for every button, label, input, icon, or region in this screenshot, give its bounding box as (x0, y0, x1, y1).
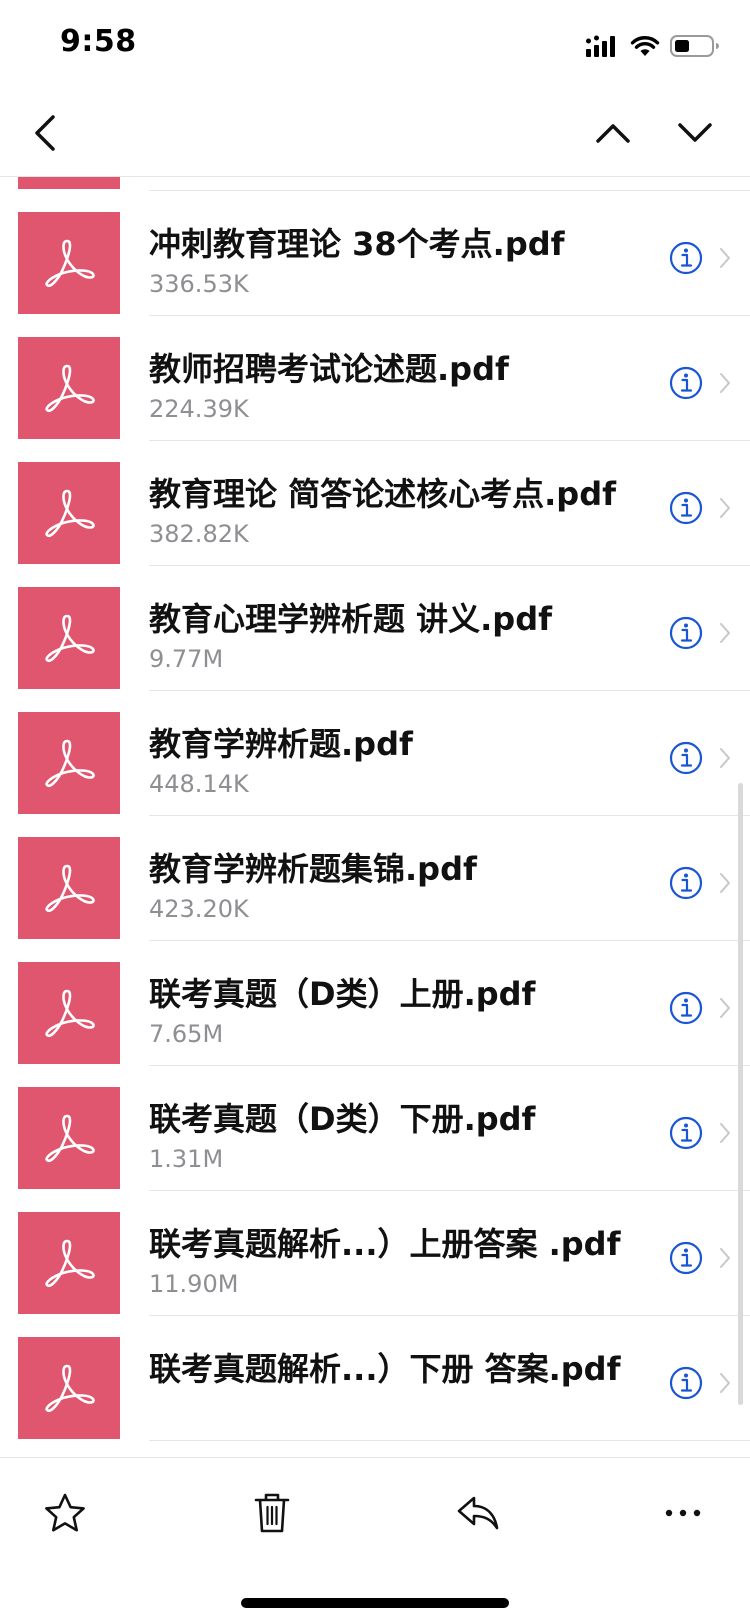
pdf-thumbnail (18, 1212, 120, 1314)
chevron-right-icon (720, 248, 730, 268)
attachment-row[interactable]: 教师招聘考试论述题.pdf 224.39K (0, 316, 750, 441)
bottom-toolbar (0, 1457, 750, 1624)
reply-button[interactable] (453, 1488, 503, 1538)
pdf-icon (45, 989, 95, 1037)
info-icon[interactable] (669, 1366, 703, 1400)
pdf-thumbnail (18, 337, 120, 439)
pdf-thumbnail (18, 962, 120, 1064)
attachment-row[interactable]: 辨析题备考策略.pdf 342.72K (0, 177, 750, 191)
status-bar: 9:58 (0, 0, 750, 90)
mail-attachments-screen: 9:58 冲刺教育理论 38个考点.pdf 336.53K 教师招聘考试论述题.… (0, 0, 750, 1624)
chevron-left-icon (35, 115, 55, 151)
attachment-row[interactable]: 联考真题（D类）上册.pdf 7.65M (0, 941, 750, 1066)
attachment-row[interactable]: 联考真题（D类）下册.pdf 1.31M (0, 1066, 750, 1191)
file-size: 1.31M (149, 1145, 224, 1173)
info-icon[interactable] (669, 491, 703, 525)
status-time: 9:58 (60, 24, 137, 59)
attachment-list-content: 辨析题备考策略.pdf 342.72K 冲刺教育理论 38个考点.pdf 336… (0, 177, 750, 1441)
pdf-icon (45, 1364, 95, 1412)
more-button[interactable] (658, 1488, 708, 1538)
chevron-right-icon (720, 873, 730, 893)
pdf-thumbnail (18, 837, 120, 939)
chevron-right-icon (720, 373, 730, 393)
attachment-row[interactable]: 教育心理学辨析题 讲义.pdf 9.77M (0, 566, 750, 691)
chevron-right-icon (720, 1373, 730, 1393)
pdf-thumbnail (18, 462, 120, 564)
chevron-right-icon (720, 498, 730, 518)
chevron-right-icon (720, 998, 730, 1018)
attachment-row[interactable]: 教育理论 简答论述核心考点.pdf 382.82K (0, 441, 750, 566)
pdf-icon (45, 614, 95, 662)
pdf-thumbnail (18, 212, 120, 314)
chevron-right-icon (720, 1123, 730, 1143)
pdf-icon (45, 1114, 95, 1162)
file-size: 11.90M (149, 1270, 239, 1298)
back-button[interactable] (20, 108, 70, 158)
file-size: 336.53K (149, 270, 249, 298)
file-name: 联考真题（D类）下册.pdf (149, 1100, 536, 1138)
attachment-row[interactable]: 教育学辨析题集锦.pdf 423.20K (0, 816, 750, 941)
chevron-up-icon (596, 124, 630, 143)
file-size: 382.82K (149, 520, 249, 548)
pdf-icon (45, 739, 95, 787)
pdf-thumbnail (18, 587, 120, 689)
reply-icon (457, 1496, 499, 1530)
chevron-down-icon (678, 123, 712, 142)
file-name: 联考真题解析...）上册答案 .pdf (149, 1225, 621, 1263)
delete-button[interactable] (247, 1488, 297, 1538)
info-icon[interactable] (669, 741, 703, 775)
info-icon[interactable] (669, 866, 703, 900)
pdf-thumbnail (18, 1337, 120, 1439)
file-name: 教育心理学辨析题 讲义.pdf (149, 600, 553, 638)
attachment-row[interactable]: 联考真题解析...）下册 答案.pdf (0, 1316, 750, 1441)
info-icon[interactable] (669, 1116, 703, 1150)
row-divider (149, 1440, 750, 1441)
file-name: 教育理论 简答论述核心考点.pdf (149, 475, 617, 513)
file-name: 教育学辨析题.pdf (149, 725, 413, 763)
chevron-right-icon (720, 623, 730, 643)
info-icon[interactable] (669, 616, 703, 650)
attachment-list[interactable]: 辨析题备考策略.pdf 342.72K 冲刺教育理论 38个考点.pdf 336… (0, 177, 750, 1457)
more-icon (665, 1509, 701, 1517)
info-icon[interactable] (669, 366, 703, 400)
flag-button[interactable] (40, 1488, 90, 1538)
trash-icon (254, 1493, 290, 1533)
info-icon[interactable] (669, 241, 703, 275)
chevron-right-icon (720, 1248, 730, 1268)
pdf-icon (45, 1239, 95, 1287)
file-name: 教育学辨析题集锦.pdf (149, 850, 477, 888)
cellular-signal-icon (586, 35, 615, 57)
pdf-thumbnail (18, 177, 120, 189)
home-indicator (241, 1598, 509, 1608)
file-name: 联考真题（D类）上册.pdf (149, 975, 536, 1013)
file-name: 教师招聘考试论述题.pdf (149, 350, 509, 388)
file-name: 联考真题解析...）下册 答案.pdf (149, 1350, 621, 1388)
info-icon[interactable] (669, 1241, 703, 1275)
pdf-thumbnail (18, 712, 120, 814)
pdf-icon (45, 239, 95, 287)
scroll-indicator[interactable] (738, 783, 743, 1405)
pdf-icon (45, 489, 95, 537)
pdf-thumbnail (18, 1087, 120, 1189)
file-size: 448.14K (149, 770, 249, 798)
pdf-icon (45, 364, 95, 412)
attachment-row[interactable]: 联考真题解析...）上册答案 .pdf 11.90M (0, 1191, 750, 1316)
attachment-row[interactable]: 教育学辨析题.pdf 448.14K (0, 691, 750, 816)
battery-icon (670, 35, 719, 57)
star-icon (45, 1493, 85, 1532)
wifi-icon (630, 36, 660, 56)
file-size: 9.77M (149, 645, 224, 673)
previous-message-button[interactable] (588, 108, 638, 158)
info-icon[interactable] (669, 991, 703, 1025)
file-size: 423.20K (149, 895, 249, 923)
file-size: 7.65M (149, 1020, 224, 1048)
file-size: 224.39K (149, 395, 249, 423)
next-message-button[interactable] (670, 108, 720, 158)
navigation-bar (0, 90, 750, 177)
pdf-icon (45, 864, 95, 912)
status-icons (586, 30, 720, 62)
attachment-row[interactable]: 冲刺教育理论 38个考点.pdf 336.53K (0, 191, 750, 316)
chevron-right-icon (720, 748, 730, 768)
file-name: 冲刺教育理论 38个考点.pdf (149, 225, 565, 263)
